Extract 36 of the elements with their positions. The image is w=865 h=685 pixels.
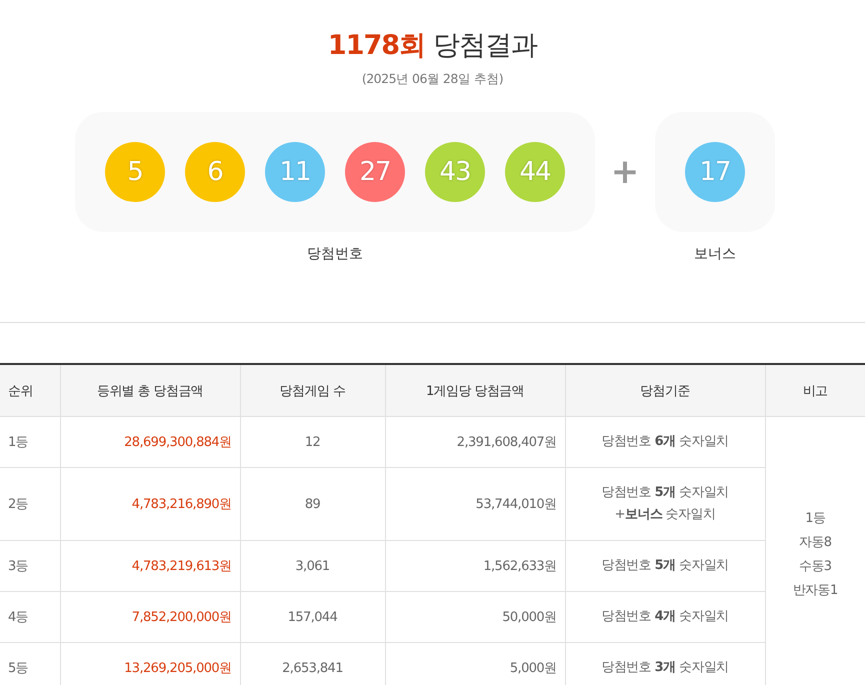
rank-cell: 1등 — [0, 416, 60, 468]
winning-numbers-label: 당첨번호 — [307, 245, 363, 263]
amount-cell: 28,699,300,884원 — [60, 416, 240, 468]
number-ball: 11 — [265, 142, 325, 202]
page-title: 당첨결과 — [433, 29, 538, 63]
plus-sign: + — [610, 152, 640, 192]
number-ball: 43 — [425, 142, 485, 202]
column-header: 비고 — [765, 364, 865, 416]
column-header: 1게임당 당첨금액 — [385, 364, 565, 416]
amount-cell: 1,562,633원 — [385, 540, 565, 592]
column-header: 당첨게임 수 — [240, 364, 385, 416]
number-ball: 5 — [105, 142, 165, 202]
number-ball: 17 — [685, 142, 745, 202]
amount-cell: 2,391,608,407원 — [385, 416, 565, 468]
rank-cell: 4등 — [0, 592, 60, 642]
column-header: 등위별 총 당첨금액 — [60, 364, 240, 416]
criteria-cell: 당첨번호 6개 숫자일치 — [565, 416, 765, 468]
table-cell: 12 — [240, 416, 385, 468]
amount-cell: 50,000원 — [385, 592, 565, 642]
column-header: 순위 — [0, 364, 60, 416]
rank-cell: 2등 — [0, 468, 60, 540]
bonus-label: 보너스 — [694, 245, 736, 263]
amount-cell: 4,783,219,613원 — [60, 540, 240, 592]
draw-number: 1178회 — [328, 29, 426, 63]
rank-cell: 3등 — [0, 540, 60, 592]
table-cell: 89 — [240, 468, 385, 540]
draw-date: (2025년 06월 28일 추첨) — [362, 71, 504, 88]
number-ball: 27 — [345, 142, 405, 202]
table-cell: 3,061 — [240, 540, 385, 592]
table-cell: 157,044 — [240, 592, 385, 642]
amount-cell: 4,783,216,890원 — [60, 468, 240, 540]
amount-cell: 7,852,200,000원 — [60, 592, 240, 642]
amount-cell: 53,744,010원 — [385, 468, 565, 540]
number-ball: 44 — [505, 142, 565, 202]
number-ball: 6 — [185, 142, 245, 202]
column-header: 당첨기준 — [565, 364, 765, 416]
